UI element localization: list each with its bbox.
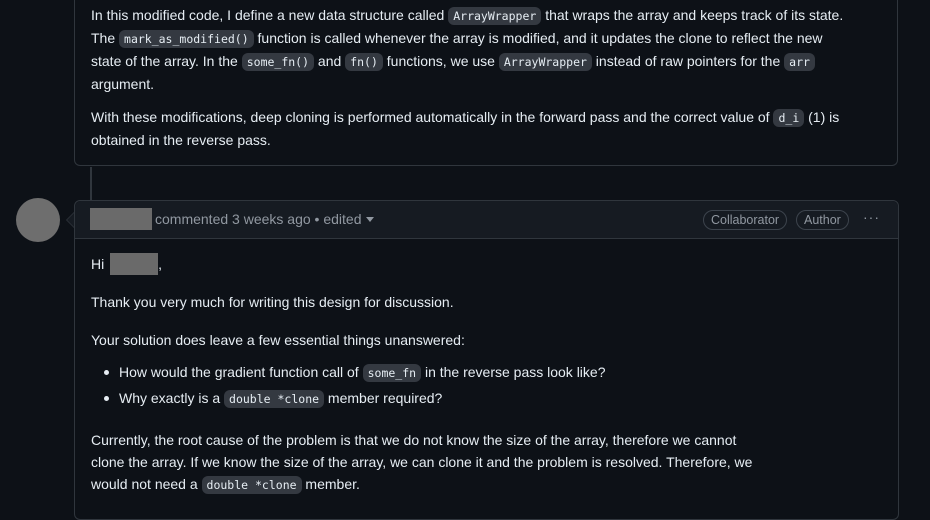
comment-header: commented 3 weeks ago • edited Collabora… (75, 201, 898, 239)
inline-code: ArrayWrapper (448, 7, 542, 25)
intro-text: Your solution does leave a few essential… (91, 332, 465, 348)
previous-comment-body: In this modified code, I define a new da… (74, 0, 898, 166)
inline-code: d_i (773, 109, 805, 127)
caret-down-icon (365, 217, 374, 222)
edited-dropdown[interactable]: edited (323, 211, 374, 227)
mention-redacted (110, 253, 159, 275)
inline-code: double *clone (224, 390, 325, 408)
inline-code: some_fn (362, 364, 422, 382)
bullet-icon (104, 370, 109, 375)
more-options-icon[interactable]: ··· (863, 209, 880, 225)
closing-text: Currently, the root cause of the problem… (91, 432, 753, 494)
commented-label: commented (155, 211, 229, 227)
inline-code: double *clone (201, 476, 302, 494)
inline-code: some_fn() (241, 53, 315, 71)
list-item: How would the gradient function call of … (91, 361, 606, 387)
timeline-connector (90, 167, 92, 200)
timestamp-link[interactable]: 3 weeks ago (232, 211, 311, 227)
question-list: How would the gradient function call of … (91, 361, 606, 413)
separator-dot: • (314, 211, 320, 227)
comment-pointer-inner (67, 213, 74, 227)
thanks-text: Thank you very much for writing this des… (91, 294, 454, 310)
comment-meta: commented 3 weeks ago • edited (155, 211, 374, 227)
prev-paragraph-1: In this modified code, I define a new da… (91, 7, 844, 92)
inline-code: ArrayWrapper (498, 53, 592, 71)
collaborator-badge: Collaborator (703, 210, 788, 230)
author-badge: Author (796, 210, 849, 230)
avatar[interactable] (16, 198, 60, 242)
prev-paragraph-2: With these modifications, deep cloning i… (91, 109, 840, 148)
comment: commented 3 weeks ago • edited Collabora… (67, 200, 899, 520)
greeting: Hi , (91, 253, 781, 275)
list-item: Why exactly is a double *clone member re… (91, 387, 606, 413)
inline-code: fn() (345, 53, 383, 71)
inline-code: arr (784, 53, 815, 71)
inline-code: mark_as_modified() (119, 30, 254, 48)
bullet-icon (104, 396, 109, 401)
author-name-redacted[interactable] (90, 208, 152, 230)
